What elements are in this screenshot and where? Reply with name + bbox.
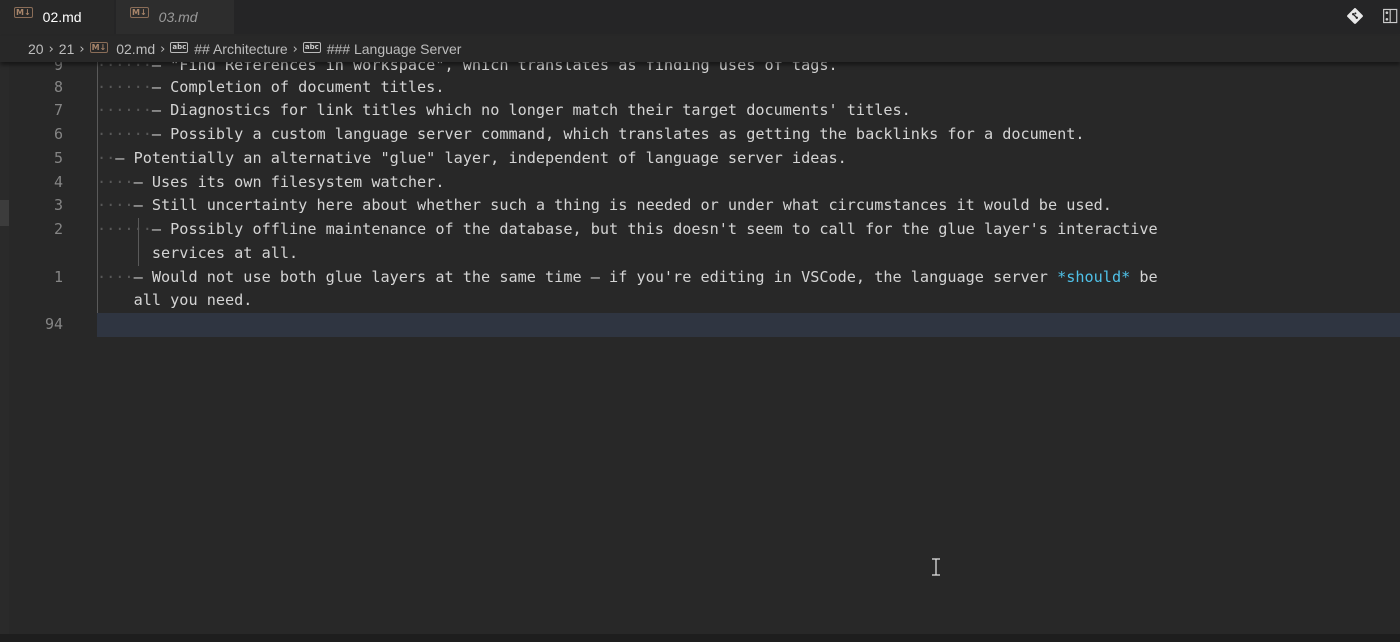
- emphasis-text: *should*: [1057, 268, 1131, 286]
- line-number: 1: [53, 268, 63, 286]
- whitespace-dots: ······: [97, 62, 152, 74]
- whitespace-dots: ······: [97, 125, 152, 143]
- code-text: services at all.: [151, 244, 299, 262]
- tab-bar: M↓ 02.md M↓ 03.md: [0, 0, 1400, 34]
- whitespace-dots: ······: [97, 78, 152, 96]
- chevron-right-icon: ›: [160, 41, 166, 57]
- line-number: 3: [53, 196, 63, 214]
- line-number: 2: [53, 220, 63, 238]
- whitespace-dots: ······: [97, 220, 152, 238]
- code-text: – Still uncertainty here about whether s…: [133, 196, 1112, 214]
- breadcrumb-heading-language-server[interactable]: abc ### Language Server: [302, 41, 462, 57]
- code-text: – Diagnostics for link titles which no l…: [151, 101, 911, 119]
- code-editor[interactable]: 9 ······– "Find References in workspace"…: [0, 62, 1400, 634]
- code-line-wrap: services at all.: [97, 241, 298, 265]
- markdown-file-icon: M↓: [14, 6, 33, 18]
- code-text: – Possibly a custom language server comm…: [151, 125, 1085, 143]
- line-number: 8: [53, 78, 63, 96]
- markdown-file-icon: M↓: [89, 41, 109, 53]
- whitespace-dots: ······: [97, 101, 152, 119]
- code-text: – Possibly offline maintenance of the da…: [151, 220, 1158, 238]
- code-text: be: [1130, 268, 1158, 286]
- code-text: – Uses its own filesystem watcher.: [133, 173, 445, 191]
- whitespace-dots: ····: [97, 196, 134, 214]
- markdown-file-icon: M↓: [130, 6, 149, 18]
- code-text: – Completion of document titles.: [151, 78, 445, 96]
- line-number: 4: [53, 173, 63, 191]
- breadcrumb-folder-21[interactable]: 21: [59, 41, 75, 57]
- breadcrumb-heading-architecture[interactable]: abc ## Architecture: [170, 41, 288, 57]
- chevron-right-icon: ›: [79, 41, 85, 57]
- code-line: ······– Completion of document titles.: [97, 75, 444, 99]
- code-line: ····– Still uncertainty here about wheth…: [97, 193, 1112, 217]
- code-line: ······– Diagnostics for link titles whic…: [97, 98, 911, 122]
- split-editor-icon[interactable]: [1382, 5, 1400, 27]
- breadcrumb-file[interactable]: M↓ 02.md: [89, 41, 156, 57]
- line-number: 7: [53, 101, 63, 119]
- tab-label: 02.md: [42, 9, 82, 25]
- code-text: – Potentially an alternative "glue" laye…: [115, 149, 847, 167]
- code-text: all you need.: [133, 291, 253, 309]
- breadcrumb-folder-20[interactable]: 20: [28, 41, 44, 57]
- code-line: ··– Potentially an alternative "glue" la…: [97, 146, 847, 170]
- current-line-highlight: [97, 313, 1400, 337]
- whitespace-dots: ····: [97, 173, 134, 191]
- chevron-right-icon: ›: [48, 41, 54, 57]
- string-symbol-icon: abc: [302, 41, 321, 53]
- text-cursor-icon: [932, 558, 940, 576]
- chevron-right-icon: ›: [292, 41, 298, 57]
- whitespace-dots: ··: [97, 149, 116, 167]
- git-compare-icon[interactable]: [1345, 6, 1365, 26]
- code-line-wrap: all you need.: [97, 288, 253, 312]
- code-text: – Would not use both glue layers at the …: [133, 268, 1058, 286]
- breadcrumb: 20 › 21 › M↓ 02.md › abc ## Architecture…: [0, 36, 1400, 62]
- tab-02-md[interactable]: M↓ 02.md: [0, 0, 114, 34]
- status-bar-edge: [0, 634, 1400, 642]
- breadcrumb-file-label: 02.md: [116, 41, 156, 57]
- tab-label: 03.md: [158, 9, 198, 25]
- line-number: 6: [53, 125, 63, 143]
- line-number: 5: [53, 149, 63, 167]
- code-line: ····– Would not use both glue layers at …: [97, 265, 1158, 289]
- tab-03-md[interactable]: M↓ 03.md: [116, 0, 234, 34]
- whitespace-dots: ····: [97, 268, 134, 286]
- code-line: ······– Possibly offline maintenance of …: [97, 217, 1158, 241]
- breadcrumb-heading-label: ## Architecture: [194, 41, 288, 57]
- code-line: ····– Uses its own filesystem watcher.: [97, 170, 444, 194]
- string-symbol-icon: abc: [170, 41, 189, 53]
- code-text: – "Find References in workspace", which …: [151, 62, 838, 74]
- line-number-current: 94: [44, 315, 63, 333]
- breadcrumb-heading-label: ### Language Server: [326, 41, 462, 57]
- code-line: ······– Possibly a custom language serve…: [97, 122, 1085, 146]
